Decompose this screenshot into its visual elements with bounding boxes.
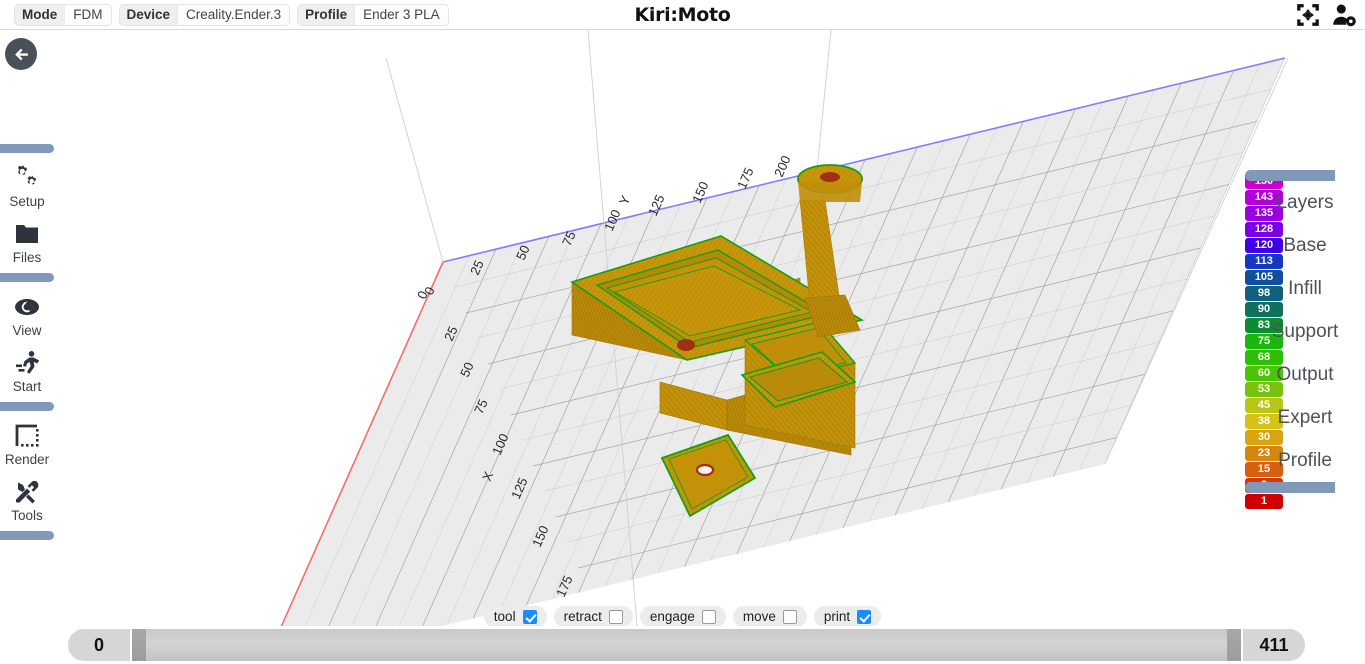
svg-text:200: 200	[771, 153, 794, 179]
right-menu-divider-bottom	[1245, 482, 1335, 493]
toggle-engage[interactable]: engage	[639, 606, 726, 627]
range-min-value[interactable]: 0	[68, 629, 130, 661]
folder-icon	[12, 219, 42, 249]
toggle-label-retract: retract	[563, 609, 602, 624]
running-person-icon	[12, 348, 42, 378]
layer-swatch[interactable]: 1	[1245, 494, 1283, 509]
gears-icon	[12, 163, 42, 193]
sidebar-label-render: Render	[4, 452, 50, 467]
svg-text:Y: Y	[616, 193, 633, 207]
sidebar-divider-low	[0, 402, 54, 411]
dashed-square-icon	[12, 421, 42, 451]
right-menu: Layers Base Infill Support Output Expert…	[1245, 170, 1365, 493]
toggle-move[interactable]: move	[732, 606, 807, 627]
right-menu-item-expert[interactable]: Expert	[1245, 396, 1365, 439]
checkbox-print[interactable]	[857, 609, 872, 624]
sidebar-label-files: Files	[12, 250, 42, 265]
sidebar-item-render[interactable]: Render	[0, 415, 54, 471]
toggle-label-print: print	[823, 609, 851, 624]
top-right-icon-group	[1295, 2, 1357, 28]
sidebar-item-files[interactable]: Files	[0, 213, 54, 269]
user-settings-icon[interactable]	[1331, 2, 1357, 28]
right-menu-divider-top	[1245, 170, 1335, 181]
sidebar-item-view[interactable]: View	[0, 286, 54, 342]
right-menu-item-layers[interactable]: Layers	[1245, 181, 1365, 224]
sidebar-item-setup[interactable]: Setup	[0, 157, 54, 213]
range-handle-high[interactable]	[1227, 629, 1241, 661]
top-toolbar: Mode FDM Device Creality.Ender.3 Profile…	[0, 0, 1365, 30]
plate-hole	[695, 463, 715, 477]
checkbox-tool[interactable]	[522, 609, 537, 624]
toggle-label-engage: engage	[649, 609, 695, 624]
eye-icon	[12, 292, 42, 322]
back-button[interactable]	[5, 38, 37, 70]
range-max-value[interactable]: 411	[1243, 629, 1305, 661]
range-handle-low[interactable]	[132, 629, 146, 661]
sidebar-item-tools[interactable]: Tools	[0, 471, 54, 527]
left-sidebar: Setup Files View Start Render Tools	[0, 140, 54, 544]
right-menu-item-infill[interactable]: Infill	[1245, 267, 1365, 310]
display-toggles: tool retract engage move print	[0, 606, 1365, 627]
wrench-screwdriver-icon	[12, 477, 42, 507]
sidebar-label-start: Start	[12, 379, 42, 394]
page-title: Kiri:Moto	[634, 4, 731, 26]
sidebar-label-setup: Setup	[9, 194, 45, 209]
layer-range-slider: 0 411	[0, 626, 1365, 664]
sidebar-label-view: View	[12, 323, 42, 338]
toggle-label-move: move	[742, 609, 776, 624]
viewport-canvas[interactable]: 0 25 50 75 100 X 125 150 175 2 0 25 50 7…	[0, 30, 1365, 626]
right-menu-item-profile[interactable]: Profile	[1245, 439, 1365, 482]
sidebar-divider-mid	[0, 273, 54, 282]
toggle-retract[interactable]: retract	[553, 606, 633, 627]
sidebar-item-start[interactable]: Start	[0, 342, 54, 398]
checkbox-retract[interactable]	[608, 609, 623, 624]
toggle-tool[interactable]: tool	[483, 606, 547, 627]
column-hole	[820, 172, 840, 182]
right-menu-item-base[interactable]: Base	[1245, 224, 1365, 267]
toggle-label-tool: tool	[493, 609, 516, 624]
right-menu-item-support[interactable]: Support	[1245, 310, 1365, 353]
checkbox-engage[interactable]	[701, 609, 716, 624]
range-track[interactable]	[132, 629, 1241, 661]
sidebar-label-tools: Tools	[11, 508, 43, 523]
toggle-print[interactable]: print	[813, 606, 882, 627]
right-menu-item-output[interactable]: Output	[1245, 353, 1365, 396]
3d-viewport[interactable]: 0 25 50 75 100 X 125 150 175 2 0 25 50 7…	[0, 30, 1365, 626]
sidebar-divider-top	[0, 144, 54, 153]
checkbox-move[interactable]	[782, 609, 797, 624]
arrow-left-icon	[14, 48, 28, 60]
kirimoto-app: 0 25 50 75 100 X 125 150 175 2 0 25 50 7…	[0, 0, 1365, 664]
fullscreen-arrows-icon[interactable]	[1295, 2, 1321, 28]
center-hole	[677, 339, 695, 351]
sidebar-divider-bottom	[0, 531, 54, 540]
